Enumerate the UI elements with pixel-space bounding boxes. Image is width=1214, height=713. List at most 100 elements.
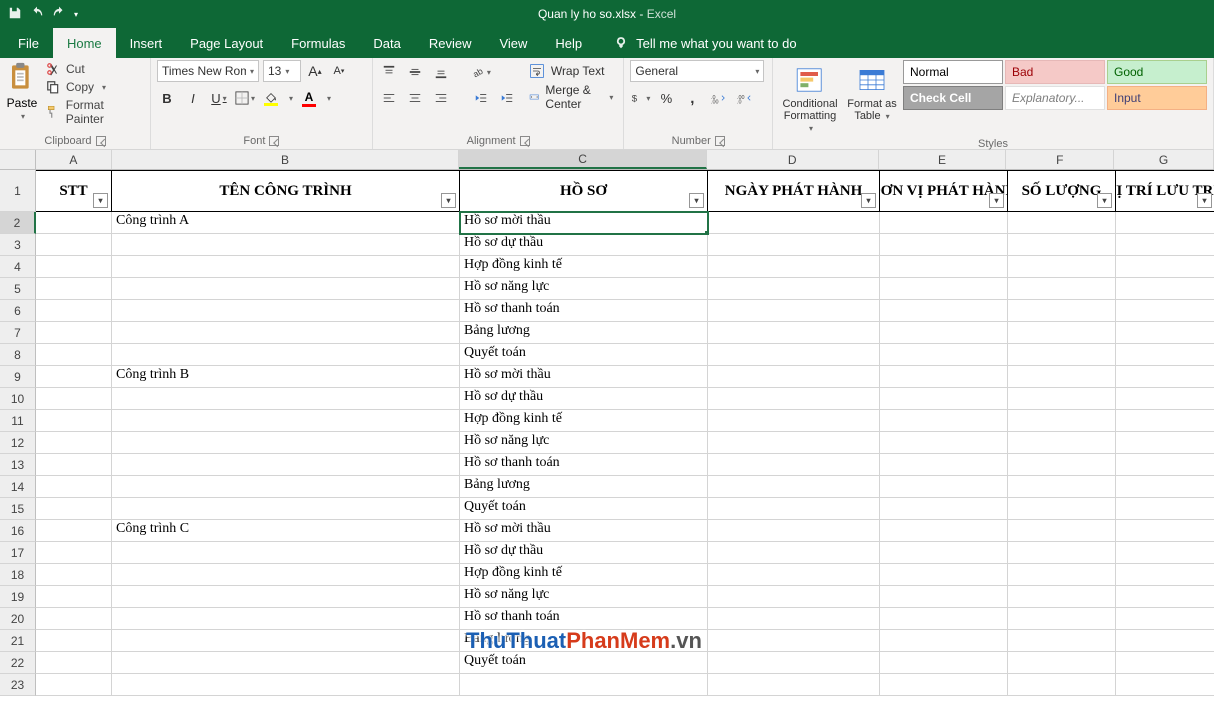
- cell[interactable]: Hồ sơ năng lực: [460, 432, 708, 454]
- col-header-E[interactable]: E: [879, 150, 1007, 169]
- cell[interactable]: [708, 454, 880, 476]
- cell[interactable]: [112, 454, 460, 476]
- cell[interactable]: [36, 432, 112, 454]
- cell[interactable]: [36, 520, 112, 542]
- row-header[interactable]: 14: [0, 476, 36, 498]
- comma-format-icon[interactable]: ,: [682, 88, 702, 108]
- align-top-icon[interactable]: [379, 62, 399, 82]
- cell[interactable]: [1008, 366, 1116, 388]
- cell[interactable]: [1008, 212, 1116, 234]
- orientation-icon[interactable]: ab▾: [471, 62, 491, 82]
- cell[interactable]: [1008, 432, 1116, 454]
- cell[interactable]: [1008, 608, 1116, 630]
- row-header[interactable]: 21: [0, 630, 36, 652]
- cell[interactable]: [36, 234, 112, 256]
- cell[interactable]: [36, 410, 112, 432]
- cell[interactable]: [708, 432, 880, 454]
- cell[interactable]: [36, 630, 112, 652]
- copy-button[interactable]: Copy▾: [46, 80, 144, 94]
- cell[interactable]: [708, 234, 880, 256]
- row-header[interactable]: 19: [0, 586, 36, 608]
- header-cell[interactable]: VỊ TRÍ LƯU TRỮ▾: [1116, 170, 1214, 212]
- cell[interactable]: [708, 476, 880, 498]
- style-normal[interactable]: Normal: [903, 60, 1003, 84]
- cell[interactable]: [36, 256, 112, 278]
- cell[interactable]: [880, 608, 1008, 630]
- row-header[interactable]: 16: [0, 520, 36, 542]
- cell[interactable]: Hồ sơ mời thầu: [460, 366, 708, 388]
- cell[interactable]: [880, 542, 1008, 564]
- cell[interactable]: [708, 344, 880, 366]
- cell[interactable]: [112, 564, 460, 586]
- cell[interactable]: Hồ sơ dự thầu: [460, 388, 708, 410]
- cell[interactable]: Hồ sơ năng lực: [460, 586, 708, 608]
- row-header[interactable]: 12: [0, 432, 36, 454]
- style-explanatory---[interactable]: Explanatory...: [1005, 86, 1105, 110]
- alignment-launcher-icon[interactable]: [520, 136, 530, 146]
- cell[interactable]: [708, 212, 880, 234]
- header-cell[interactable]: STT▾: [36, 170, 112, 212]
- accounting-format-icon[interactable]: $▾: [630, 88, 650, 108]
- header-cell[interactable]: TÊN CÔNG TRÌNH▾: [112, 170, 460, 212]
- cell[interactable]: [880, 586, 1008, 608]
- cell[interactable]: [36, 476, 112, 498]
- cell[interactable]: [1116, 564, 1214, 586]
- cell[interactable]: [1116, 476, 1214, 498]
- cell[interactable]: [1008, 674, 1116, 696]
- cell[interactable]: Hồ sơ năng lực: [460, 278, 708, 300]
- cell[interactable]: [708, 322, 880, 344]
- cell[interactable]: [1116, 630, 1214, 652]
- cell[interactable]: Hồ sơ dự thầu: [460, 234, 708, 256]
- cell[interactable]: [1008, 586, 1116, 608]
- filter-dropdown-icon[interactable]: ▾: [689, 193, 704, 208]
- cell[interactable]: [708, 278, 880, 300]
- cell[interactable]: [36, 322, 112, 344]
- cell[interactable]: Quyết toán: [460, 344, 708, 366]
- row-header[interactable]: 4: [0, 256, 36, 278]
- col-header-F[interactable]: F: [1006, 150, 1114, 169]
- cell[interactable]: [1008, 498, 1116, 520]
- cell[interactable]: [708, 256, 880, 278]
- cell[interactable]: [708, 498, 880, 520]
- header-cell[interactable]: ĐƠN VỊ PHÁT HÀNH▾: [880, 170, 1008, 212]
- cell[interactable]: [1008, 256, 1116, 278]
- cell[interactable]: [880, 256, 1008, 278]
- cell[interactable]: [880, 366, 1008, 388]
- filter-dropdown-icon[interactable]: ▾: [441, 193, 456, 208]
- tab-data[interactable]: Data: [359, 28, 414, 58]
- cell[interactable]: [708, 674, 880, 696]
- row-header[interactable]: 9: [0, 366, 36, 388]
- cell[interactable]: [880, 498, 1008, 520]
- row-header[interactable]: 23: [0, 674, 36, 696]
- cell[interactable]: [880, 234, 1008, 256]
- row-header[interactable]: 3: [0, 234, 36, 256]
- cell[interactable]: [708, 608, 880, 630]
- cell[interactable]: Công trình C: [112, 520, 460, 542]
- cell[interactable]: [1116, 520, 1214, 542]
- font-size-combo[interactable]: 13▾: [263, 60, 301, 82]
- cell[interactable]: [1008, 542, 1116, 564]
- cell[interactable]: [708, 388, 880, 410]
- header-cell[interactable]: SỐ LƯỢNG▾: [1008, 170, 1116, 212]
- tab-formulas[interactable]: Formulas: [277, 28, 359, 58]
- tab-page-layout[interactable]: Page Layout: [176, 28, 277, 58]
- cell[interactable]: [880, 454, 1008, 476]
- decrease-indent-icon[interactable]: [471, 88, 491, 108]
- tab-help[interactable]: Help: [541, 28, 596, 58]
- number-launcher-icon[interactable]: [715, 136, 725, 146]
- cell[interactable]: [112, 652, 460, 674]
- decrease-font-icon[interactable]: A▾: [329, 61, 349, 81]
- bold-button[interactable]: B: [157, 88, 177, 108]
- undo-icon[interactable]: [30, 6, 44, 23]
- italic-button[interactable]: I: [183, 88, 203, 108]
- cell[interactable]: [112, 476, 460, 498]
- cell[interactable]: [112, 344, 460, 366]
- cell[interactable]: [708, 520, 880, 542]
- font-launcher-icon[interactable]: [269, 136, 279, 146]
- align-left-icon[interactable]: [379, 88, 399, 108]
- cell[interactable]: [112, 388, 460, 410]
- col-header-C[interactable]: C: [459, 150, 707, 169]
- cell[interactable]: [880, 652, 1008, 674]
- cell[interactable]: Bảng lương: [460, 476, 708, 498]
- cell[interactable]: [1116, 542, 1214, 564]
